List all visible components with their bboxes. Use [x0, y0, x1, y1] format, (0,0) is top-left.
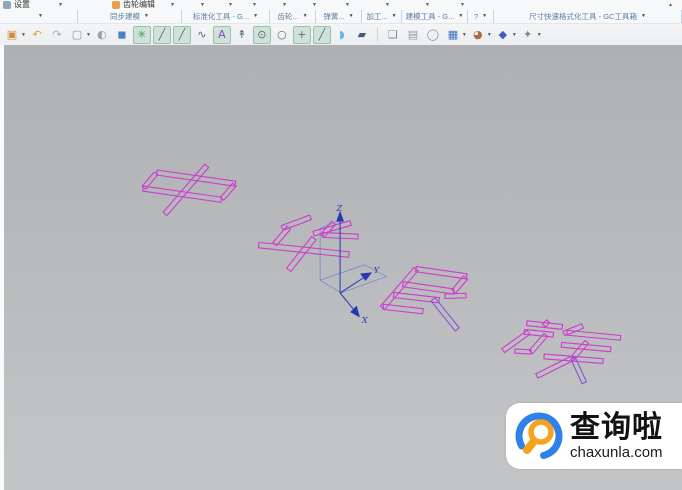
watermark-badge: 查询啦 chaxunla.com: [506, 403, 682, 469]
face-icon[interactable]: ◗: [333, 26, 351, 44]
dropdown-caret-icon[interactable]: ▼: [460, 2, 465, 8]
ribbon-group-label: 标准化工具 - G...: [193, 11, 249, 22]
sheet-icon[interactable]: ▰: [353, 26, 371, 44]
ribbon-group-label: 齿轮...: [277, 11, 298, 22]
table-icon[interactable]: ▦: [444, 26, 462, 44]
arc-icon[interactable]: ○: [273, 26, 291, 44]
ribbon-group-5: 加工... ▼: [362, 10, 402, 23]
z-axis-arrow-icon: [337, 212, 343, 221]
toolbar-dropdown-caret-icon[interactable]: ▼: [537, 32, 542, 38]
image-icon[interactable]: ▤: [404, 26, 422, 44]
circle-center-icon[interactable]: ⊙: [253, 26, 271, 44]
ribbon-group-label: 尺寸快速格式化工具 - GC工具箱: [529, 11, 637, 22]
dropdown-caret-icon[interactable]: ▼: [200, 2, 205, 8]
line3-icon[interactable]: ╱: [313, 26, 331, 44]
ribbon-group-4: 弹簧... ▼: [316, 10, 362, 23]
x-axis-label: X: [361, 315, 369, 325]
spline-icon[interactable]: ∿: [193, 26, 211, 44]
point-icon[interactable]: +: [293, 26, 311, 44]
toolbar-separator: [377, 27, 378, 42]
watermark-title: 查询啦: [570, 413, 663, 443]
ribbon-group-label: ?: [474, 12, 478, 21]
ribbon-group-label: 弹簧...: [323, 11, 344, 22]
group-dropdown-caret-icon[interactable]: ▼: [482, 14, 487, 19]
group-dropdown-caret-icon[interactable]: ▼: [641, 14, 646, 19]
torus-icon[interactable]: ◯: [424, 26, 442, 44]
ribbon-group-6: 建模工具 - G...▼: [402, 10, 468, 23]
group-dropdown-caret-icon[interactable]: ▼: [458, 14, 463, 19]
snap-point-icon[interactable]: ✳: [133, 26, 151, 44]
gear-orange-icon: [112, 1, 120, 9]
ribbon-command-label: 齿轮编辑: [123, 0, 155, 10]
ribbon-group-1: 同步建模 ▼: [78, 10, 182, 23]
toolbar-dropdown-caret-icon[interactable]: ▼: [462, 32, 467, 38]
solid-cube-icon[interactable]: ◆: [494, 26, 512, 44]
group-dropdown-caret-icon[interactable]: ▼: [38, 14, 43, 19]
ribbon-command-row: 设置 ▼ 齿轮编辑 ▼ ▼ ▼ ▼ ▼ ▼ ▼ ▼ ▼ ▼ ▲: [0, 0, 682, 10]
y-axis-label: Y: [374, 265, 381, 275]
sketch-icon[interactable]: ▣: [3, 26, 21, 44]
dropdown-caret-icon[interactable]: ▼: [345, 2, 350, 8]
group-dropdown-caret-icon[interactable]: ▼: [144, 14, 149, 19]
watermark-domain: chaxunla.com: [570, 445, 663, 460]
ribbon-group-label: 建模工具 - G...: [406, 11, 455, 22]
ribbon-command-settings[interactable]: 设置: [3, 0, 30, 10]
toolbar-dropdown-caret-icon[interactable]: ▼: [512, 32, 517, 38]
ribbon: 设置 ▼ 齿轮编辑 ▼ ▼ ▼ ▼ ▼ ▼ ▼ ▼ ▼ ▼ ▲ ▼同步建模▼标准…: [0, 0, 682, 45]
dropdown-caret-icon[interactable]: ▼: [425, 2, 430, 8]
line-icon[interactable]: ╱: [153, 26, 171, 44]
undo-icon[interactable]: ↶: [28, 26, 46, 44]
dropdown-caret-icon[interactable]: ▼: [282, 2, 287, 8]
ribbon-collapse-icon[interactable]: ▲: [668, 2, 673, 8]
dropdown-caret-icon[interactable]: ▼: [252, 2, 257, 8]
z-axis-label: Z: [335, 203, 342, 213]
graphics-viewport[interactable]: 中华民族 Z Y X: [0, 45, 682, 490]
ribbon-command-label: 设置: [14, 0, 30, 10]
y-axis-arrow-icon: [361, 273, 371, 280]
ribbon-group-label: 同步建模: [110, 11, 140, 22]
wireframe-char: [258, 215, 358, 271]
nx-application-window: 设置 ▼ 齿轮编辑 ▼ ▼ ▼ ▼ ▼ ▼ ▼ ▼ ▼ ▼ ▲ ▼同步建模▼标准…: [0, 0, 682, 490]
ribbon-group-3: 齿轮... ▼: [270, 10, 316, 23]
dropdown-caret-icon[interactable]: ▼: [385, 2, 390, 8]
group-dropdown-caret-icon[interactable]: ▼: [253, 14, 258, 19]
sphere-render-icon[interactable]: ◐: [93, 26, 111, 44]
dropdown-caret-icon[interactable]: ▼: [312, 2, 317, 8]
more-tools-icon[interactable]: ✦: [519, 26, 537, 44]
group-dropdown-caret-icon[interactable]: ▼: [349, 14, 354, 19]
wireframe-char: [380, 267, 467, 331]
ribbon-group-2: 标准化工具 - G... ▼: [182, 10, 270, 23]
ribbon-command-gear-edit[interactable]: 齿轮编辑: [112, 0, 155, 10]
ribbon-group-0: ▼: [0, 10, 78, 23]
dropdown-caret-icon[interactable]: ▼: [58, 2, 63, 8]
toolbar-dropdown-caret-icon[interactable]: ▼: [21, 32, 26, 38]
toolbar-dropdown-caret-icon[interactable]: ▼: [487, 32, 492, 38]
section-icon[interactable]: ◕: [469, 26, 487, 44]
group-dropdown-caret-icon[interactable]: ▼: [303, 14, 308, 19]
redo-icon[interactable]: ↷: [48, 26, 66, 44]
line2-icon[interactable]: ╱: [173, 26, 191, 44]
point-arrow-icon[interactable]: ↟: [233, 26, 251, 44]
ribbon-group-row: ▼同步建模▼标准化工具 - G...▼齿轮...▼弹簧...▼加工...▼建模工…: [0, 10, 682, 24]
gear-icon: [3, 1, 11, 9]
window-icon[interactable]: ❏: [384, 26, 402, 44]
toolbar-dropdown-caret-icon[interactable]: ▼: [86, 32, 91, 38]
dropdown-caret-icon[interactable]: ▼: [228, 2, 233, 8]
shaded-cube-icon[interactable]: ◼: [113, 26, 131, 44]
ribbon-group-label: 加工...: [366, 11, 387, 22]
studio-spline-icon[interactable]: A: [213, 26, 231, 44]
dropdown-caret-icon[interactable]: ▼: [170, 2, 175, 8]
chaxunla-logo-icon: [512, 409, 566, 463]
ribbon-group-7: ?▼: [468, 10, 494, 23]
ribbon-group-8: 尺寸快速格式化工具 - GC工具箱 ▼: [494, 10, 682, 23]
wireframe-char: [502, 320, 621, 384]
group-dropdown-caret-icon[interactable]: ▼: [392, 14, 397, 19]
rect-select-icon[interactable]: ▢: [68, 26, 86, 44]
wireframe-char: [142, 164, 236, 215]
main-toolbar: ▣▼↶↷▢▼◐◼✳╱╱∿A↟⊙○+╱◗▰❏▤◯▦▼◕▼◆▼✦▼: [0, 24, 682, 46]
